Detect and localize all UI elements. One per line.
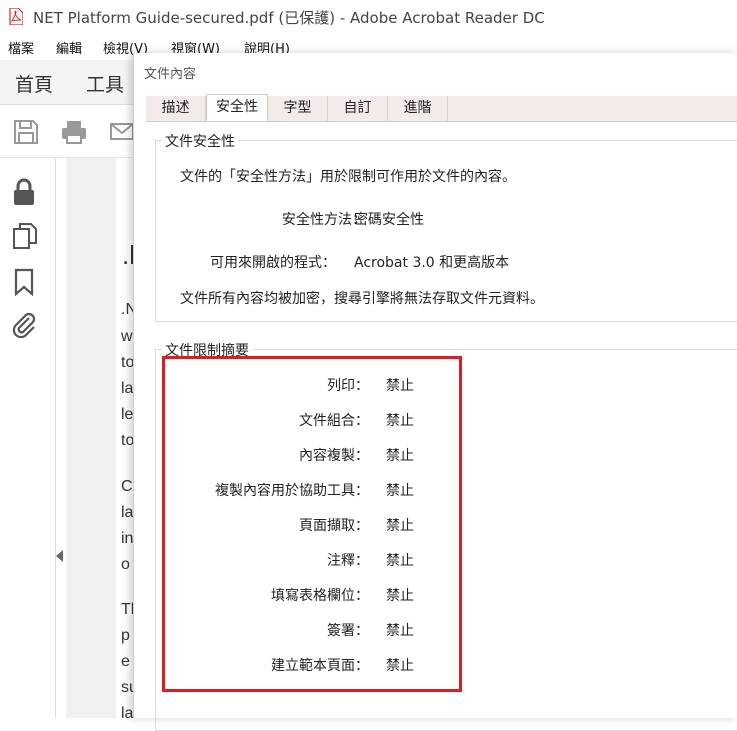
- encrypt-note: 文件所有內容均被加密，搜尋引擎將無法存取文件元資料。: [180, 291, 544, 307]
- security-intro: 文件的「安全性方法」用於限制可作用於文件的內容。: [180, 169, 516, 185]
- highlight-box: [162, 356, 462, 692]
- bookmark-icon[interactable]: [12, 268, 36, 296]
- tab-tools[interactable]: 工具: [86, 70, 124, 97]
- print-icon[interactable]: [60, 119, 88, 145]
- tab-description[interactable]: 描述: [146, 96, 206, 121]
- attachment-icon[interactable]: [12, 311, 38, 339]
- title-bar: NET Platform Guide-secured.pdf (已保護) - A…: [0, 0, 737, 34]
- tab-security[interactable]: 安全性: [206, 94, 268, 121]
- collapse-panel-arrow-icon[interactable]: [56, 550, 63, 562]
- menu-edit[interactable]: 編輯: [56, 38, 82, 57]
- save-icon[interactable]: [13, 119, 39, 145]
- document-background: [66, 158, 116, 718]
- tab-home[interactable]: 首頁: [15, 70, 53, 97]
- lock-icon[interactable]: [12, 178, 36, 206]
- security-group-title: 文件安全性: [162, 131, 238, 151]
- dialog-tab-strip: 描述 安全性 字型 自訂 進階: [146, 94, 737, 122]
- tab-custom[interactable]: 自訂: [328, 96, 388, 121]
- left-nav-panel: [0, 158, 56, 718]
- menu-file[interactable]: 檔案: [8, 38, 34, 57]
- mail-icon[interactable]: [109, 119, 135, 145]
- tab-advanced[interactable]: 進階: [388, 96, 448, 121]
- compat-label: 可用來開啟的程式：: [210, 255, 336, 271]
- pdf-file-icon: [9, 8, 23, 25]
- pages-icon[interactable]: [12, 222, 38, 250]
- security-method-value: 密碼安全性: [354, 212, 424, 228]
- security-method-label: 安全性方法：: [282, 212, 366, 228]
- dialog-title: 文件內容: [144, 67, 197, 82]
- tab-fonts[interactable]: 字型: [268, 96, 328, 121]
- compat-value: Acrobat 3.0 和更高版本: [354, 255, 510, 271]
- window-title: NET Platform Guide-secured.pdf (已保護) - A…: [33, 9, 545, 27]
